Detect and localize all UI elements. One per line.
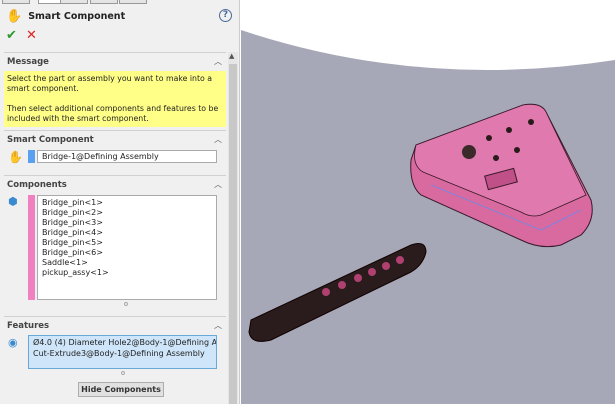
section-heading: Components	[7, 180, 67, 190]
selection-color-swatch	[28, 195, 35, 300]
component-list-item[interactable]: Bridge_pin<2>	[42, 208, 212, 218]
checkmark-icon[interactable]: ✔	[6, 28, 17, 43]
section-heading: Smart Component	[7, 135, 94, 145]
components-section: Components ︿ ⬢ Bridge_pin<1> Bridge_pin<2…	[4, 175, 226, 315]
chevron-up-icon[interactable]: ︿	[214, 320, 222, 331]
component-list-item[interactable]: Bridge_pin<4>	[42, 228, 212, 238]
features-section: Features ︿ ◉ Ø4.0 (4) Diameter Hole2@Bod…	[4, 316, 226, 378]
message-text: Then select additional components and fe…	[7, 104, 219, 123]
message-section: Message ︿ Select the part or assembly yo…	[4, 52, 226, 128]
smart-component-section: Smart Component ︿ ✋ Bridge-1@Defining As…	[4, 130, 226, 174]
scrollbar[interactable]: ▲	[228, 52, 238, 404]
resize-handle[interactable]	[124, 302, 128, 306]
graphics-viewport[interactable]	[241, 0, 615, 404]
question-circle-icon[interactable]: ?	[219, 9, 232, 22]
component-list-item[interactable]: Bridge_pin<1>	[42, 198, 212, 208]
hide-components-button[interactable]: Hide Components	[78, 382, 164, 397]
tab[interactable]	[60, 0, 88, 4]
chevron-up-icon[interactable]: ︿	[214, 134, 222, 145]
component-list-item[interactable]: Bridge_pin<3>	[42, 218, 212, 228]
feature-list-item[interactable]: Cut-Extrude3@Body-1@Defining Assembly	[33, 348, 212, 359]
component-list-item[interactable]: pickup_assy<1>	[42, 268, 212, 278]
smart-component-icon: ✋	[6, 9, 23, 24]
tab[interactable]	[119, 0, 147, 4]
panel-tabs	[0, 0, 240, 5]
feature-icon: ◉	[8, 336, 18, 349]
chevron-up-icon[interactable]: ︿	[214, 56, 222, 67]
panel-header: ✋ Smart Component	[6, 9, 125, 24]
selection-color-swatch	[28, 150, 35, 163]
features-list[interactable]: Ø4.0 (4) Diameter Hole2@Body-1@Defining …	[28, 335, 217, 369]
panel-title: Smart Component	[28, 11, 126, 22]
smart-component-field[interactable]: Bridge-1@Defining Assembly	[37, 150, 217, 163]
message-text: Select the part or assembly you want to …	[7, 74, 213, 93]
component-cube-icon: ⬢	[8, 195, 18, 208]
components-list[interactable]: Bridge_pin<1> Bridge_pin<2> Bridge_pin<3> B…	[37, 195, 217, 300]
section-heading: Message	[7, 57, 49, 67]
tab[interactable]	[90, 0, 118, 4]
component-list-item[interactable]: Bridge_pin<5>	[42, 238, 212, 248]
tab[interactable]	[2, 0, 30, 4]
chevron-up-icon[interactable]: ▲	[229, 52, 234, 60]
x-icon[interactable]: ✕	[26, 28, 37, 43]
component-list-item[interactable]: Saddle<1>	[42, 258, 212, 268]
smart-component-icon: ✋	[8, 150, 23, 164]
chevron-up-icon[interactable]: ︿	[214, 179, 222, 190]
resize-handle[interactable]	[121, 371, 125, 375]
scrollbar-thumb[interactable]	[229, 64, 237, 404]
component-list-item[interactable]: Bridge_pin<6>	[42, 248, 212, 258]
message-box: Select the part or assembly you want to …	[4, 71, 226, 127]
property-manager: ✋ Smart Component ? ✔ ✕ ▲ Message ︿ Sele…	[0, 0, 240, 404]
feature-list-item[interactable]: Ø4.0 (4) Diameter Hole2@Body-1@Defining …	[33, 337, 216, 348]
section-heading: Features	[7, 321, 50, 331]
